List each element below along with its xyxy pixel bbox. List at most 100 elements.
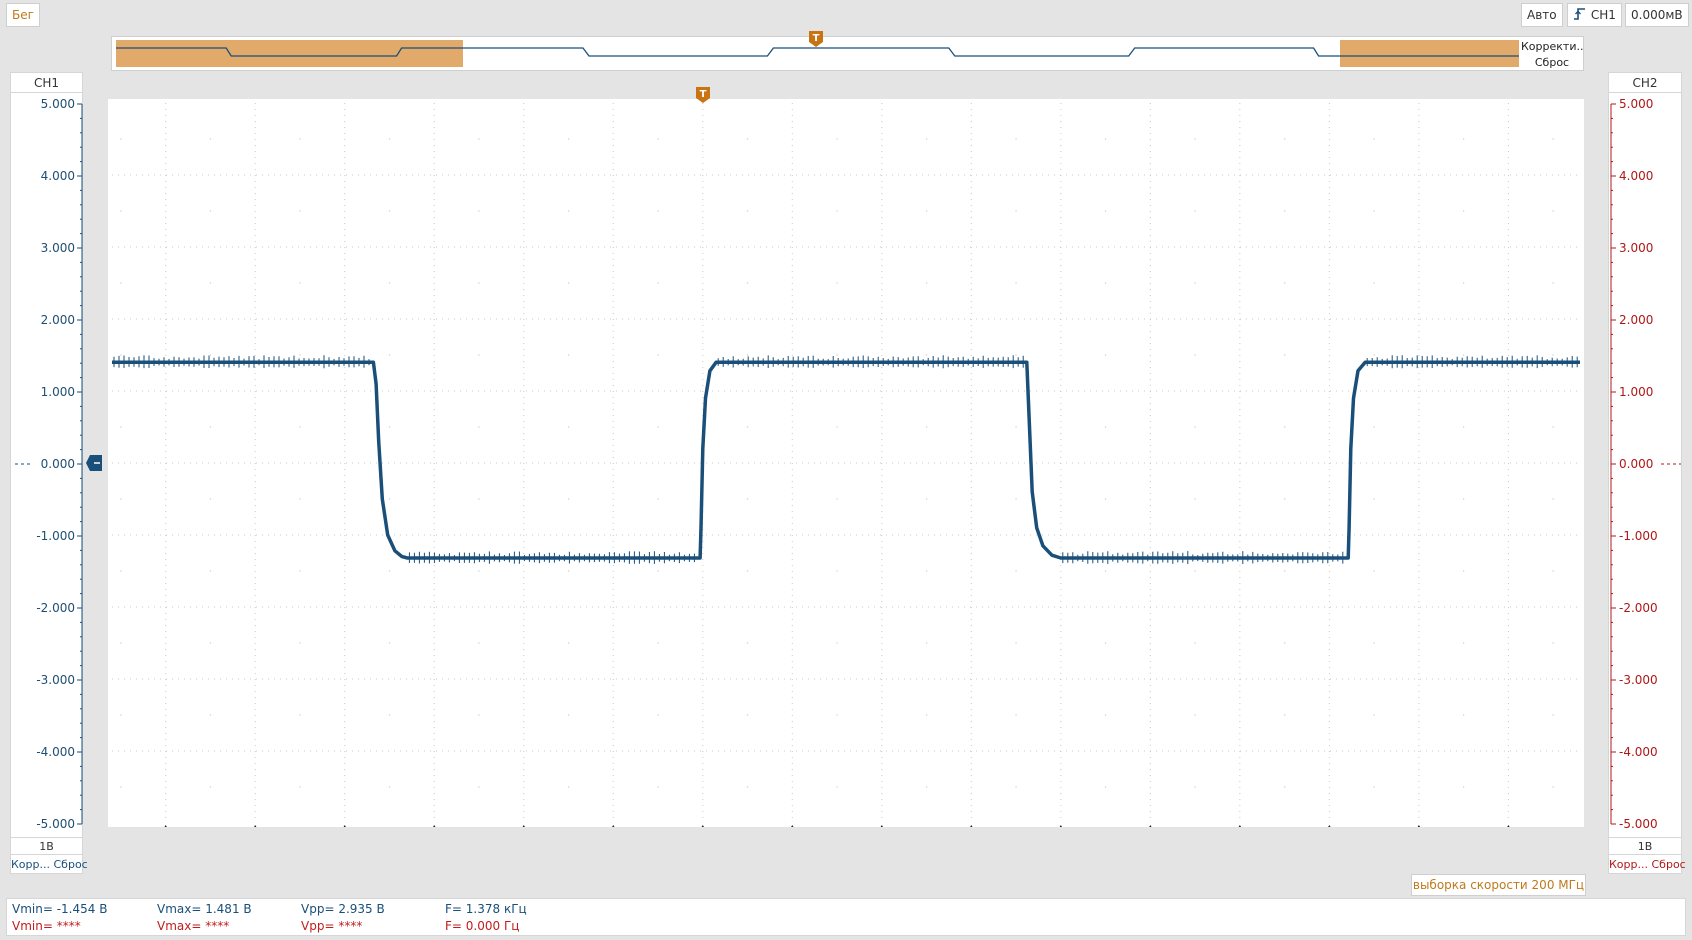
auto-mode-button[interactable]: Авто	[1521, 3, 1563, 27]
grid-dot	[657, 714, 659, 716]
ch2-scale[interactable]: 1В	[1609, 837, 1681, 855]
grid-dot	[567, 354, 570, 356]
grid-dot	[120, 210, 122, 212]
ch2-y-tick-label: 3.000	[1619, 241, 1653, 255]
grid-dot	[299, 138, 301, 140]
grid-dot	[567, 426, 570, 428]
grid-dot	[478, 714, 480, 716]
grid-dot	[1373, 354, 1375, 356]
grid-dot	[120, 714, 122, 716]
grid-dot	[657, 138, 659, 140]
grid-dot	[567, 138, 570, 140]
grid-dot	[1462, 570, 1465, 572]
grid-dot	[1104, 138, 1107, 140]
grid-dot	[1015, 138, 1017, 140]
grid-dot	[388, 138, 391, 140]
grid-dot	[1104, 210, 1107, 212]
grid-dot	[1015, 210, 1017, 212]
grid-dot	[1552, 426, 1554, 428]
measurements-panel: Vmin= -1.454 В Vmax= 1.481 В Vpp= 2.935 …	[6, 898, 1686, 936]
grid-dot	[299, 498, 301, 500]
grid-dot	[836, 714, 838, 716]
grid-dot	[209, 282, 212, 284]
ch1-y-tick-label: 4.000	[41, 169, 75, 183]
grid-dot	[388, 282, 391, 284]
grid-dot	[1552, 210, 1554, 212]
grid-dot	[1462, 282, 1465, 284]
grid-dot	[388, 354, 391, 356]
grid-dot	[299, 714, 301, 716]
grid-dot	[209, 570, 212, 572]
grid-dot	[657, 354, 659, 356]
ch2-y-tick-label: 0.000	[1619, 457, 1653, 471]
ch1-vmin: Vmin= -1.454 В	[12, 902, 108, 916]
grid-dot	[567, 642, 570, 644]
plot-background	[108, 99, 1584, 827]
ch1-y-tick-label: -2.000	[36, 601, 75, 615]
plot-trigger-marker-icon[interactable]: T	[695, 86, 711, 104]
grid-dot	[657, 570, 659, 572]
ch1-title[interactable]: CH1	[11, 73, 82, 93]
ch1-y-tick-label: -5.000	[36, 817, 75, 831]
grid-dot	[1194, 354, 1196, 356]
ch2-y-tick-label: 5.000	[1619, 97, 1653, 111]
ch1-correct-reset-buttons[interactable]: Корр... Сброс	[11, 857, 88, 873]
grid-dot	[836, 498, 838, 500]
grid-dot	[746, 354, 749, 356]
grid-dot	[478, 570, 480, 572]
grid-dot	[388, 210, 391, 212]
grid-dot	[1283, 570, 1286, 572]
grid-dot	[120, 138, 122, 140]
trigger-marker-label: T	[699, 89, 706, 100]
grid-dot	[1283, 210, 1286, 212]
ch1-y-tick-label: -3.000	[36, 673, 75, 687]
grid-dot	[836, 426, 838, 428]
grid-dot	[299, 282, 301, 284]
grid-dot	[388, 498, 391, 500]
trigger-level-display[interactable]: 0.000мВ	[1625, 3, 1689, 27]
grid-dot	[1462, 138, 1465, 140]
grid-dot	[746, 210, 749, 212]
grid-dot	[478, 138, 480, 140]
trigger-source-label: CH1	[1590, 8, 1616, 22]
overview-correct-button[interactable]: Корректи...	[1521, 40, 1583, 54]
run-button[interactable]: Бег	[6, 3, 40, 27]
grid-dot	[1462, 426, 1465, 428]
grid-dot	[1373, 138, 1375, 140]
grid-dot	[1373, 786, 1375, 788]
grid-dot	[1552, 570, 1554, 572]
ch2-y-tick-label: -5.000	[1619, 817, 1658, 831]
grid-dot	[1194, 210, 1196, 212]
overview-reset-button[interactable]: Сброс	[1521, 56, 1583, 70]
grid-dot	[1373, 282, 1375, 284]
grid-dot	[1015, 282, 1017, 284]
grid-dot	[478, 282, 480, 284]
grid-dot	[925, 138, 928, 140]
grid-dot	[388, 570, 391, 572]
waveform-overview[interactable]: Корректи... Сброс	[111, 36, 1584, 71]
grid-dot	[1462, 210, 1465, 212]
ch2-axis-panel: CH2 5.000 4.000 3.000 2.000 1.000 0.000 -1.000…	[1608, 72, 1686, 874]
trigger-source-button[interactable]: CH1	[1567, 3, 1622, 27]
grid-dot	[1104, 570, 1107, 572]
grid-dot	[925, 282, 928, 284]
grid-dot	[1015, 498, 1017, 500]
waveform-plot[interactable]: -600 us-500 us-400 us-300 us-200 us-100 …	[108, 99, 1584, 827]
ch2-title[interactable]: CH2	[1609, 73, 1681, 93]
ch1-scale[interactable]: 1В	[11, 837, 82, 855]
grid-dot	[209, 354, 212, 356]
ch2-correct-reset-buttons[interactable]: Корр... Сброс	[1609, 857, 1686, 873]
grid-dot	[478, 210, 480, 212]
grid-dot	[1015, 354, 1017, 356]
grid-dot	[1194, 282, 1196, 284]
ch1-ground-marker-icon[interactable]	[86, 454, 106, 474]
overview-trigger-marker-icon[interactable]: T	[808, 30, 824, 48]
grid-dot	[1194, 498, 1196, 500]
grid-dot	[478, 354, 480, 356]
grid-dot	[1462, 354, 1465, 356]
grid-dot	[1104, 282, 1107, 284]
grid-dot	[1552, 498, 1554, 500]
ch1-axis-panel: CH1 5.000 4.000 3.000 2.000 1.000 0.000 -1.000…	[10, 72, 88, 874]
grid-dot	[836, 642, 838, 644]
ch2-vmin: Vmin= ****	[12, 919, 81, 933]
